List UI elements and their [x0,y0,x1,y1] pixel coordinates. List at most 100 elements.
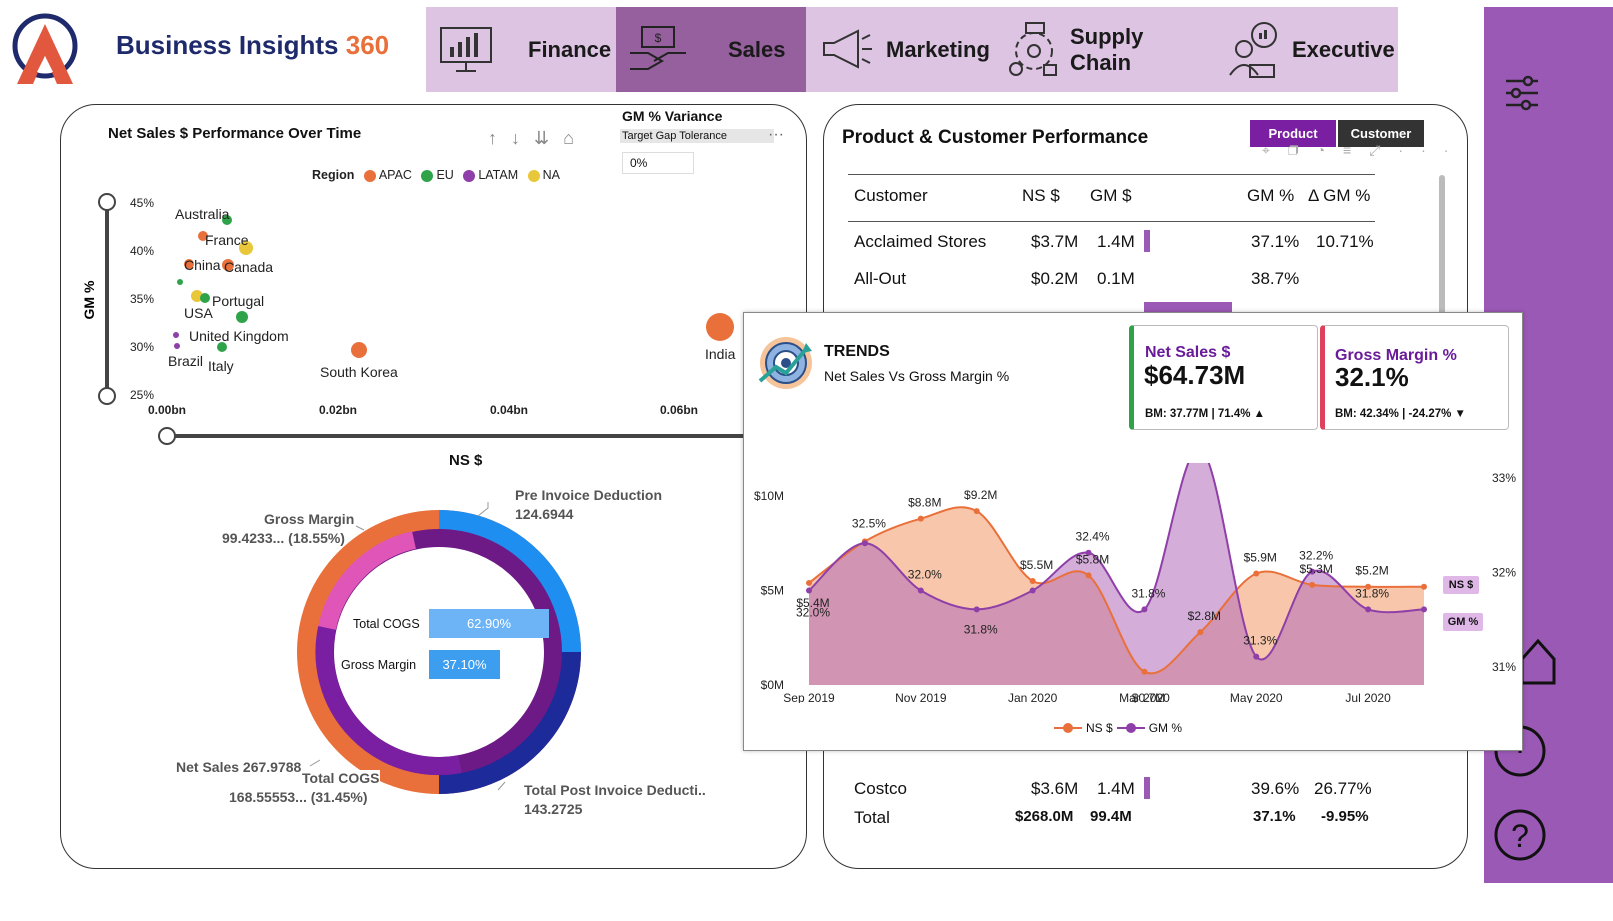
y-axis-label: GM % [81,280,97,319]
gm-data-label: 31.8% [964,622,998,636]
y-left-tick: $10M [754,489,784,503]
more-options-icon[interactable]: ··· [768,126,784,144]
tab-executive-label: Executive [1292,36,1395,62]
gm-point [806,587,812,594]
gm-point [1253,653,1260,660]
ns-point [1309,581,1316,588]
kpi-gross-margin-card[interactable]: Gross Margin % 32.1% BM: 42.34% | -24.27… [1320,325,1509,430]
gm-point [973,606,980,613]
point-uk[interactable] [173,332,179,338]
tab-executive[interactable]: Executive [1206,7,1398,92]
label-portugal: Portugal [212,293,264,309]
gm-variance-subtitle: Target Gap Tolerance [620,129,774,143]
cell-delta-gm: 26.77% [1314,779,1372,798]
inner-bar-cogs[interactable]: 62.90% [429,609,549,638]
inner-bar-gm[interactable]: 37.10% [429,650,500,679]
pin-icon[interactable]: ⌖ [1262,142,1288,158]
y-tick: 40% [130,244,154,258]
tab-finance[interactable]: Finance [426,7,616,92]
point-portugal-2[interactable] [236,311,248,323]
ns-data-label: $8.8M [908,496,941,510]
home-icon[interactable] [1518,631,1558,687]
tab-sales[interactable]: $ Sales [616,7,806,92]
y-right-tick: 32% [1492,566,1516,580]
gm-data-label: 31.8% [1131,586,1165,600]
gm-point [1141,606,1148,613]
ns-point [1085,572,1092,579]
gm-variance-input[interactable]: 0% [622,152,694,174]
point-brazil[interactable] [174,343,180,349]
col-delta-gm[interactable]: Δ GM % [1308,186,1370,206]
cell-gm: 1.4M [1097,232,1135,251]
gm-data-label: 32.4% [1076,530,1110,544]
tab-finance-label: Finance [528,36,612,62]
x-tick: May 2020 [1230,691,1283,703]
cell-customer: All-Out [854,269,906,288]
inner-bar-cogs-value: 62.90% [466,616,512,631]
y-tick: 35% [130,292,154,306]
tab-supply-chain-label: Supply Chain [1070,23,1144,75]
total-gm: 99.4M [1090,808,1132,825]
donut-label-total-cogs: Total COGS [302,770,380,786]
ns-point [1141,668,1148,675]
col-customer[interactable]: Customer [854,186,928,206]
ns-point [806,579,812,586]
label-australia: Australia [175,206,230,222]
gm-data-label: 32.0% [908,568,942,582]
tab-marketing[interactable]: Marketing [806,7,996,92]
donut-label-net-sales: Net Sales 267.9788 [176,759,302,775]
x-tick: 0.00bn [148,403,186,417]
label-canada: Canada [224,259,273,275]
series-tag-gm[interactable]: GM % [1443,613,1483,631]
gm-variance-title: GM % Variance [622,108,723,124]
x-slider-handle[interactable] [158,427,176,445]
tab-supply-chain[interactable]: Supply Chain [996,7,1206,92]
filter-sliders-icon[interactable] [1502,73,1542,113]
y-slider-handle-bottom[interactable] [98,387,116,405]
ns-data-label: $5.2M [1355,564,1388,578]
trends-subtitle: Net Sales Vs Gross Margin % [824,368,1010,384]
series-tag-ns[interactable]: NS $ [1443,576,1479,594]
gm-point [917,587,924,594]
alert-icon[interactable]: ◔ [1317,142,1343,158]
y-slider-handle-top[interactable] [98,193,116,211]
filter-icon[interactable]: ≡ [1343,142,1369,158]
copy-icon[interactable]: ❐ [1288,142,1317,158]
drill-up-icon[interactable]: ↑ [488,128,511,148]
legend-gm-marker [1116,723,1145,733]
point-india[interactable] [706,313,734,341]
drill-down-icon[interactable]: ↓ [511,128,534,148]
help-icon[interactable]: ? [1492,807,1548,863]
x-tick: Sep 2019 [783,691,835,703]
x-tick: 0.02bn [319,403,357,417]
gm-bar [1144,230,1150,252]
table-scrollbar[interactable] [1439,175,1445,315]
hierarchy-icon[interactable]: ⌂ [563,128,588,148]
ns-point [1197,629,1204,636]
point-south-korea[interactable] [351,342,367,358]
gm-data-label: 32.5% [852,516,886,530]
ns-point [973,508,980,515]
col-ns[interactable]: NS $ [1022,186,1060,206]
col-gmp[interactable]: GM % [1247,186,1294,206]
y-tick: 30% [130,340,154,354]
x-tick: Nov 2019 [895,691,947,703]
y-tick: 45% [130,196,154,210]
donut-value-gross-margin: 99.4233... (18.55%) [222,530,345,546]
donut-label-gross-margin: Gross Margin [264,511,355,527]
truck-gear-icon [1009,22,1057,76]
svg-text:?: ? [1511,818,1529,854]
col-gm[interactable]: GM $ [1090,186,1132,206]
expand-next-icon[interactable]: ⇊ [534,128,563,148]
visual-toolbar: ↑↓⇊⌂ [488,128,588,149]
kpi-net-sales-card[interactable]: Net Sales $ $64.73M BM: 37.77M | 71.4% ▲ [1129,325,1318,430]
handshake-money-icon: $ [630,26,686,70]
point-eu-small[interactable] [177,279,183,285]
x-tick: 0.04bn [490,403,528,417]
focus-mode-icon[interactable]: ⤢ [1369,142,1398,158]
x-tick: Jul 2020 [1345,691,1391,703]
more-options-icon[interactable]: ··· [1398,142,1466,158]
point-portugal[interactable] [200,293,210,303]
legend-ns-marker [1054,723,1082,733]
gm-data-label: 32.0% [796,606,830,620]
